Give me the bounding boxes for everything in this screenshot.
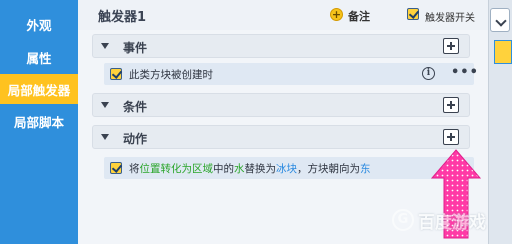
collapse-arrow-icon[interactable] [101,43,109,49]
action-param-water[interactable]: 水 [234,163,245,175]
sidebar-item-local-scripts[interactable]: 局部脚本 [0,106,78,136]
section-conditions[interactable]: 条件 [92,93,470,117]
action-item-text: 将位置转化为区域中的水替换为冰块，方块朝向为东 [129,161,371,176]
baidu-games-watermark: G 百度游戏 [392,205,510,235]
more-options-icon[interactable]: ••• [451,65,479,80]
trigger-switch-label: 触发器开关 [425,13,475,24]
block-thumbnail[interactable] [494,40,512,64]
action-text-part: 替换为 [244,163,277,175]
event-enabled-checkbox[interactable] [110,68,122,80]
add-action-button[interactable] [443,129,459,145]
trigger-switch-checkbox[interactable] [407,8,419,20]
chevron-down-icon[interactable] [490,8,510,32]
sidebar-item-local-triggers[interactable]: 局部触发器 [0,74,78,104]
action-text-part: ，方块朝向为 [297,163,360,175]
add-event-button[interactable] [443,38,459,54]
event-item-text: 此类方块被创建时 [129,69,213,81]
section-actions[interactable]: 动作 [92,125,470,149]
watermark-text: 百度游戏 [418,212,486,233]
watermark-logo-icon: G [392,209,414,231]
action-param-direction-east[interactable]: 东 [360,163,371,175]
section-conditions-label: 条件 [123,100,148,114]
trigger-title: 触发器1 [98,10,147,25]
action-text-part: 将 [129,163,140,175]
action-item[interactable]: 将位置转化为区域中的水替换为冰块，方块朝向为东 [104,157,474,179]
action-text-part: 中的 [213,163,234,175]
section-actions-label: 动作 [123,132,148,146]
collapse-arrow-icon[interactable] [101,134,109,140]
sidebar-item-properties[interactable]: 属性 [0,42,78,72]
info-icon[interactable]: i [422,67,435,80]
add-condition-button[interactable] [443,97,459,113]
section-events[interactable]: 事件 [92,34,470,58]
add-note-icon[interactable]: + [330,8,343,21]
section-events-label: 事件 [123,41,148,55]
action-param-position-to-area[interactable]: 位置转化为区域 [140,163,214,175]
action-param-ice-block[interactable]: 冰块 [276,163,297,175]
sidebar-item-appearance[interactable]: 外观 [0,9,78,39]
collapse-arrow-icon[interactable] [101,102,109,108]
note-label[interactable]: 备注 [348,8,370,24]
action-enabled-checkbox[interactable] [110,162,122,174]
event-item[interactable]: 此类方块被创建时 i ••• [104,63,478,85]
